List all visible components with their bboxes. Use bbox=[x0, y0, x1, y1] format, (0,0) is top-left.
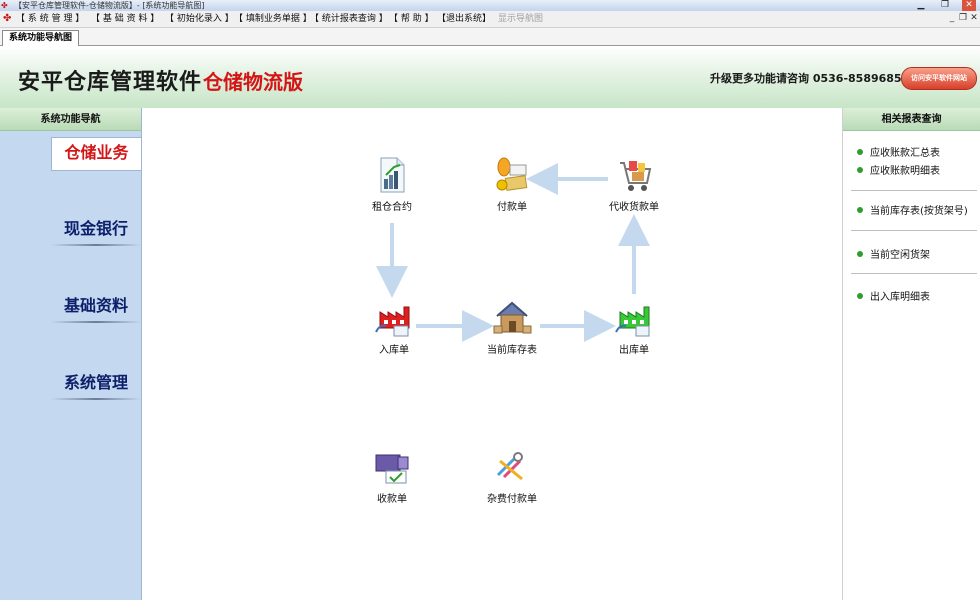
left-navigation: 系统功能导航 仓储业务 现金银行 基础资料 系统管理 bbox=[0, 108, 142, 600]
shopping-cart-icon bbox=[620, 161, 652, 191]
divider bbox=[851, 230, 977, 231]
nav-item-label: 系统管理 bbox=[63, 373, 128, 392]
workflow-node-collection-on-behalf[interactable]: 代收货款单 bbox=[594, 155, 674, 213]
nav-item-divider bbox=[51, 321, 141, 323]
contact-info: 升级更多功能请咨询 0536-8589685 bbox=[710, 72, 902, 85]
nav-item-label: 现金银行 bbox=[63, 219, 128, 238]
bullet-dot-icon bbox=[857, 207, 863, 213]
nav-item-basic-data[interactable]: 基础资料 bbox=[51, 291, 141, 325]
menu-bar: ✤ 【 系 统 管 理 】 【 基 础 资 料 】 【 初始化录入 】 【 填制… bbox=[0, 11, 980, 28]
workflow-node-lease-contract[interactable]: 租仓合约 bbox=[352, 155, 432, 213]
node-label: 当前库存表 bbox=[487, 345, 537, 356]
divider bbox=[851, 273, 977, 274]
node-label: 付款单 bbox=[497, 202, 527, 213]
left-nav-title: 系统功能导航 bbox=[0, 108, 141, 131]
nav-item-system-management[interactable]: 系统管理 bbox=[51, 368, 141, 402]
menu-business-documents[interactable]: 【 填制业务单据 】 bbox=[234, 11, 312, 28]
node-label: 出库单 bbox=[619, 345, 649, 356]
bullet-dot-icon bbox=[857, 149, 863, 155]
header-banner: 安平仓库管理软件 仓储物流版 升级更多功能请咨询 0536-8589685 访问… bbox=[0, 46, 980, 108]
report-link-receivable-detail[interactable]: 应收账款明细表 bbox=[857, 166, 940, 178]
mdi-minimize-icon[interactable]: _ bbox=[947, 13, 957, 25]
workflow-node-misc-payment[interactable]: 杂费付款单 bbox=[472, 447, 552, 505]
menu-system-management[interactable]: 【 系 统 管 理 】 bbox=[16, 11, 84, 28]
nav-item-label: 基础资料 bbox=[63, 296, 128, 315]
bullet-dot-icon bbox=[857, 293, 863, 299]
node-label: 杂费付款单 bbox=[487, 494, 537, 505]
node-label: 收款单 bbox=[377, 494, 407, 505]
mdi-close-icon[interactable]: ✕ bbox=[969, 13, 979, 25]
nav-item-divider bbox=[51, 244, 141, 246]
report-link-label: 出入库明细表 bbox=[870, 292, 930, 303]
workflow-node-stock-in[interactable]: 入库单 bbox=[354, 298, 434, 356]
factory-stock-in-icon bbox=[375, 306, 410, 337]
bullet-dot-icon bbox=[857, 251, 863, 257]
report-link-inout-detail[interactable]: 出入库明细表 bbox=[857, 292, 930, 304]
divider bbox=[851, 190, 977, 191]
close-icon[interactable]: ✕ bbox=[962, 0, 976, 11]
workflow-node-current-stock[interactable]: 当前库存表 bbox=[472, 298, 552, 356]
report-link-label: 当前空闲货架 bbox=[870, 250, 930, 261]
report-panel-title: 相关报表查询 bbox=[843, 108, 980, 131]
cash-register-icon bbox=[375, 454, 409, 484]
workflow-node-payment[interactable]: 付款单 bbox=[472, 155, 552, 213]
app-menu-icon[interactable]: ✤ bbox=[3, 12, 11, 26]
report-link-stock-by-shelf[interactable]: 当前库存表(按货架号) bbox=[857, 206, 968, 218]
nav-item-divider bbox=[51, 398, 141, 400]
workflow-node-stock-out[interactable]: 出库单 bbox=[594, 298, 674, 356]
factory-stock-out-icon bbox=[615, 306, 650, 337]
workflow-node-receipt[interactable]: 收款单 bbox=[352, 447, 432, 505]
menu-initial-entry[interactable]: 【 初始化录入 】 bbox=[165, 11, 234, 28]
window-title-bar: ✤ 【安平仓库管理软件-仓储物流版】- [系统功能导航图] ▁ ❐ ✕ bbox=[0, 0, 980, 11]
menu-basic-data[interactable]: 【 基 础 资 料 】 bbox=[91, 11, 159, 28]
workflow-canvas: 租仓合约 付款单 代收货款单 入库单 当前库存表 出库单 收款单 杂费付款单 bbox=[142, 108, 842, 600]
money-coins-icon bbox=[496, 157, 528, 191]
nav-item-label: 仓储业务 bbox=[64, 143, 129, 162]
report-link-free-shelves[interactable]: 当前空闲货架 bbox=[857, 250, 930, 262]
node-label: 入库单 bbox=[379, 345, 409, 356]
report-query-panel: 相关报表查询 应收账款汇总表 应收账款明细表 当前库存表(按货架号) 当前空闲货… bbox=[842, 108, 980, 600]
mdi-restore-icon[interactable]: ❐ bbox=[958, 13, 968, 25]
visit-website-button[interactable]: 访问安平软件网站 bbox=[901, 67, 977, 90]
node-label: 租仓合约 bbox=[372, 202, 412, 213]
app-name: 安平仓库管理软件 bbox=[18, 70, 203, 95]
tools-expense-icon bbox=[496, 452, 523, 481]
menu-help[interactable]: 【 帮 助 】 bbox=[389, 11, 434, 28]
tab-navigation-map[interactable]: 系统功能导航图 bbox=[2, 30, 80, 47]
menu-exit[interactable]: 【退出系统】 bbox=[437, 11, 491, 28]
minimize-icon[interactable]: ▁ bbox=[914, 0, 928, 11]
menu-report-query[interactable]: 【 统计报表查询 】 bbox=[310, 11, 388, 28]
report-link-receivable-summary[interactable]: 应收账款汇总表 bbox=[857, 148, 940, 160]
app-logo-icon: ✤ bbox=[1, 1, 8, 10]
document-tab-strip: 系统功能导航图 bbox=[0, 28, 980, 47]
bullet-dot-icon bbox=[857, 167, 863, 173]
edition-label: 仓储物流版 bbox=[203, 70, 303, 94]
node-label: 代收货款单 bbox=[609, 202, 659, 213]
contract-document-icon bbox=[380, 157, 405, 193]
window-title: 【安平仓库管理软件-仓储物流版】- [系统功能导航图] bbox=[14, 1, 205, 10]
warehouse-house-icon bbox=[493, 301, 532, 334]
menu-show-navigation: 显示导航图 bbox=[498, 14, 544, 24]
report-link-label: 应收账款明细表 bbox=[870, 166, 940, 177]
nav-item-cash-bank[interactable]: 现金银行 bbox=[51, 214, 141, 248]
nav-item-warehouse-business[interactable]: 仓储业务 bbox=[51, 137, 141, 171]
report-link-label: 应收账款汇总表 bbox=[870, 148, 940, 159]
report-link-label: 当前库存表(按货架号) bbox=[870, 206, 968, 217]
maximize-icon[interactable]: ❐ bbox=[938, 0, 952, 11]
